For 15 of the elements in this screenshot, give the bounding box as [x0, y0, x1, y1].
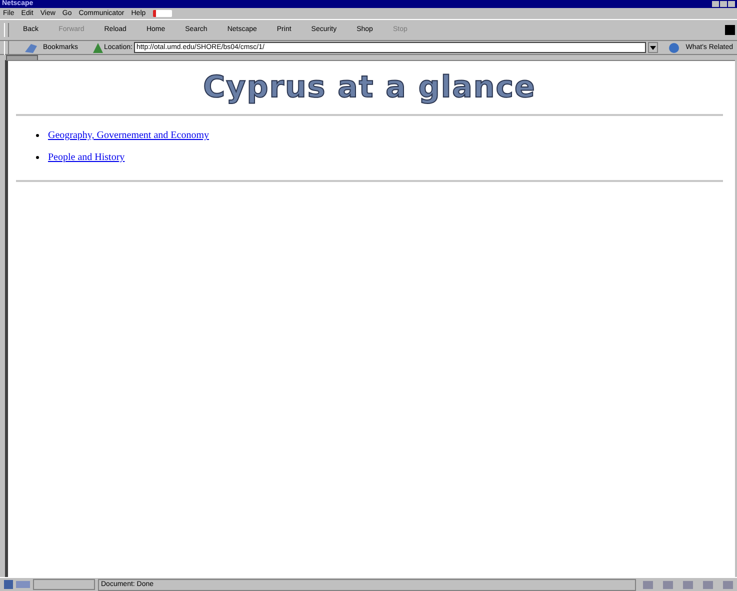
bookmark-icon: [23, 42, 39, 54]
personal-toolbar-tab[interactable]: [6, 55, 38, 60]
page-link[interactable]: Geography, Governement and Economy: [48, 130, 209, 141]
logo-icon: [152, 10, 172, 17]
dropdown-button[interactable]: [648, 42, 658, 53]
caret-icon: [650, 46, 656, 50]
page-link[interactable]: People and History: [48, 152, 125, 163]
bullet-icon: [36, 156, 39, 159]
location-icon: [92, 42, 104, 54]
bullet-icon: [36, 134, 39, 137]
globe-icon: [668, 42, 682, 54]
page-heading: Cyprus at a glance: [202, 71, 537, 105]
grip-handle[interactable]: [4, 40, 9, 54]
grip-handle[interactable]: [4, 23, 9, 37]
status-panel: [33, 579, 95, 590]
